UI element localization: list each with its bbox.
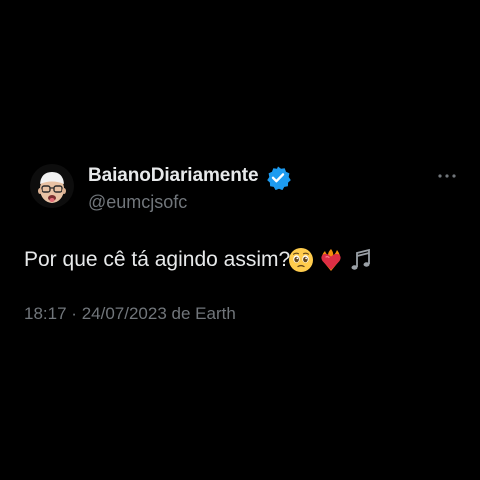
display-name[interactable]: BaianoDiariamente — [88, 164, 259, 188]
pleading-face-emoji — [289, 248, 313, 272]
user-handle[interactable]: @eumcjsofc — [88, 191, 187, 213]
heart-on-fire-emoji — [321, 249, 341, 271]
tweet-time: 18:17 — [24, 304, 67, 323]
tweet-card: BaianoDiariamente @eumcjsofc Por que cê … — [0, 0, 480, 480]
meta-separator: · — [71, 304, 77, 323]
verified-badge-icon — [263, 165, 293, 191]
memoji-avatar-icon — [30, 164, 74, 208]
tweet-source: de Earth — [171, 304, 236, 323]
musical-notes-emoji — [351, 248, 370, 270]
tweet-timestamp[interactable]: 18:17 · 24/07/2023 de Earth — [24, 303, 236, 325]
avatar[interactable] — [30, 164, 74, 208]
tweet-date: 24/07/2023 — [81, 304, 167, 323]
tweet-text: Por que cê tá agindo assim? — [24, 248, 291, 271]
more-options-icon[interactable] — [436, 168, 458, 184]
